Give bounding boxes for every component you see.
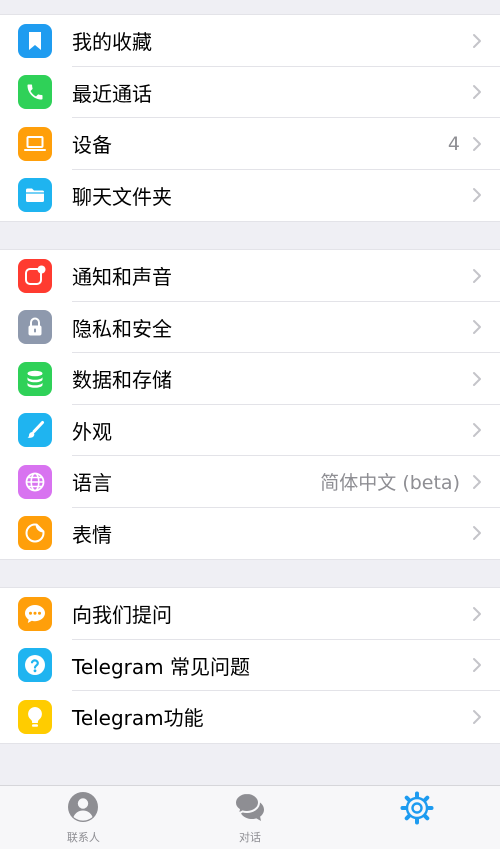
settings-group-3: 向我们提问 Telegram 常见问题 Telegram功能 <box>0 587 500 744</box>
chevron-right-icon <box>470 523 484 543</box>
settings-group-1: 我的收藏 最近通话 设备 4 聊天文件夹 <box>0 14 500 222</box>
row-data-storage[interactable]: 数据和存储 <box>0 353 500 405</box>
row-label: 通知和声音 <box>72 265 172 290</box>
chevron-right-icon <box>470 31 484 51</box>
chat-bubble-icon <box>18 596 52 631</box>
tab-chats-label: 对话 <box>239 831 261 844</box>
row-privacy[interactable]: 隐私和安全 <box>0 302 500 354</box>
row-label: 表情 <box>72 522 112 547</box>
row-ask-question[interactable]: 向我们提问 <box>0 588 500 640</box>
phone-icon <box>18 75 52 110</box>
row-label: 聊天文件夹 <box>72 184 172 209</box>
row-label: 外观 <box>72 419 112 444</box>
top-spacer <box>0 0 500 14</box>
row-label: 语言 <box>72 471 112 496</box>
row-label: 我的收藏 <box>72 30 152 55</box>
row-label: Telegram功能 <box>72 706 204 731</box>
chevron-right-icon <box>470 604 484 624</box>
sticker-icon <box>18 516 52 551</box>
devices-count: 4 <box>447 132 460 155</box>
database-icon <box>18 361 52 396</box>
section-gap <box>0 222 500 249</box>
chevron-right-icon <box>470 185 484 205</box>
row-chat-folders[interactable]: 聊天文件夹 <box>0 170 500 222</box>
bookmark-icon <box>18 23 52 58</box>
folder-icon <box>18 178 52 213</box>
laptop-icon <box>18 126 52 161</box>
row-label: 数据和存储 <box>72 368 172 393</box>
chevron-right-icon <box>470 472 484 492</box>
brush-icon <box>18 413 52 448</box>
row-faq[interactable]: Telegram 常见问题 <box>0 640 500 692</box>
row-stickers[interactable]: 表情 <box>0 508 500 560</box>
person-icon <box>67 791 99 827</box>
row-label: 最近通话 <box>72 81 152 106</box>
row-label: Telegram 常见问题 <box>72 654 250 679</box>
tab-settings[interactable] <box>333 786 500 849</box>
question-icon <box>18 648 52 683</box>
chevron-right-icon <box>470 134 484 154</box>
row-language[interactable]: 语言 简体中文 (beta) <box>0 456 500 508</box>
row-label: 设备 <box>72 133 112 158</box>
bell-badge-icon <box>18 258 52 293</box>
chevron-right-icon <box>470 369 484 389</box>
tab-contacts[interactable]: 联系人 <box>0 786 167 849</box>
tab-contacts-label: 联系人 <box>66 831 100 844</box>
row-saved-messages[interactable]: 我的收藏 <box>0 15 500 67</box>
chevron-right-icon <box>470 266 484 286</box>
row-devices[interactable]: 设备 4 <box>0 118 500 170</box>
chevron-right-icon <box>470 317 484 337</box>
row-features[interactable]: Telegram功能 <box>0 691 500 743</box>
chevron-right-icon <box>470 82 484 102</box>
tab-chats[interactable]: 对话 <box>167 786 334 849</box>
settings-group-2: 通知和声音 隐私和安全 数据和存储 外观 语言 简体中文 (beta) 表情 <box>0 249 500 560</box>
section-gap <box>0 560 500 587</box>
language-value: 简体中文 (beta) <box>320 472 460 495</box>
row-appearance[interactable]: 外观 <box>0 405 500 457</box>
tab-bar: 联系人 对话 <box>0 785 500 849</box>
row-label: 向我们提问 <box>72 603 172 628</box>
lightbulb-icon <box>18 699 52 734</box>
globe-icon <box>18 464 52 499</box>
chats-icon <box>232 791 268 827</box>
row-label: 隐私和安全 <box>72 316 172 341</box>
row-recent-calls[interactable]: 最近通话 <box>0 67 500 119</box>
gear-icon <box>400 791 434 829</box>
chevron-right-icon <box>470 655 484 675</box>
row-notifications[interactable]: 通知和声音 <box>0 250 500 302</box>
lock-icon <box>18 310 52 345</box>
chevron-right-icon <box>470 707 484 727</box>
chevron-right-icon <box>470 420 484 440</box>
